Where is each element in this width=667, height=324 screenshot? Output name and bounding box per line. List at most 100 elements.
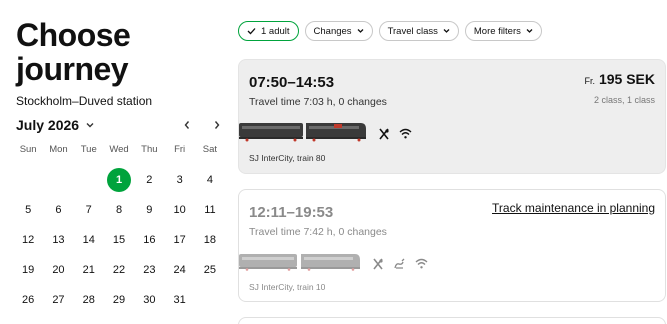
price: Fr. 195 SEK: [584, 71, 655, 87]
calendar-day-number: 23: [143, 264, 156, 276]
price-amount: 195 SEK: [598, 71, 655, 87]
calendar-day-number: 19: [22, 264, 35, 276]
travel-info: Travel time 7:42 h, 0 changes: [249, 226, 387, 238]
chevron-right-icon[interactable]: [212, 120, 222, 130]
calendar-day-number: 29: [112, 294, 126, 306]
calendar-day[interactable]: 14: [74, 225, 104, 255]
calendar-day-number: 5: [25, 204, 32, 216]
calendar-day[interactable]: 7: [74, 195, 104, 225]
calendar-day[interactable]: 17: [164, 225, 194, 255]
chevron-down-icon[interactable]: [86, 121, 94, 129]
calendar-day-number: 26: [22, 294, 35, 306]
calendar-day[interactable]: 8: [104, 195, 134, 225]
calendar-day-number: 17: [173, 234, 186, 246]
calendar-day[interactable]: 20: [43, 255, 73, 285]
journey-card[interactable]: 07:50–14:53 Travel time 7:03 h, 0 change…: [238, 59, 666, 174]
calendar-day-number: 30: [143, 294, 156, 306]
filter-chip[interactable]: Changes: [304, 21, 373, 41]
journey-times: 12:11–19:53: [249, 204, 334, 221]
restaurant-icon: [372, 258, 384, 270]
calendar-day[interactable]: 10: [164, 195, 194, 225]
calendar-day-number: 18: [203, 234, 217, 246]
calendar-day[interactable]: 3: [164, 165, 194, 195]
filter-chip[interactable]: Travel class: [378, 21, 459, 41]
wifi-icon: [399, 128, 412, 139]
calendar-day[interactable]: 13: [43, 225, 73, 255]
calendar-day-number: 14: [82, 234, 95, 246]
calendar-day[interactable]: 29: [104, 285, 134, 315]
chevron-down-icon: [526, 28, 533, 34]
calendar-day-number: 31: [173, 294, 186, 306]
weekday-label: Tue: [80, 144, 97, 155]
filter-chip[interactable]: More filters: [464, 21, 542, 41]
journey-card[interactable]: [238, 317, 666, 324]
page-title-line-1: Choose: [16, 17, 131, 53]
calendar-day[interactable]: 27: [43, 285, 73, 315]
month-label[interactable]: July 2026: [16, 117, 79, 133]
calendar-day[interactable]: 19: [13, 255, 43, 285]
amenities: [372, 258, 428, 270]
calendar-day-number: 12: [22, 234, 35, 246]
filter-chip[interactable]: 1 adult: [238, 21, 299, 41]
calendar-day-number: 4: [206, 174, 213, 186]
page-title: Choose journey: [16, 18, 228, 86]
calendar-day[interactable]: 24: [164, 255, 194, 285]
page-title-line-2: journey: [16, 51, 129, 87]
calendar-day[interactable]: 6: [43, 195, 73, 225]
train-icon: [239, 120, 367, 147]
weekday-label: Fri: [174, 144, 186, 155]
calendar-day[interactable]: 12: [13, 225, 43, 255]
calendar-header: July 2026: [16, 115, 228, 135]
calendar-day[interactable]: 4: [195, 165, 225, 195]
train-icon: [239, 251, 361, 276]
pet-icon: [393, 258, 406, 270]
journey-card[interactable]: 12:11–19:53 Travel time 7:42 h, 0 change…: [238, 189, 666, 302]
train-name: SJ InterCity, train 10: [249, 282, 326, 292]
check-icon: [247, 27, 256, 35]
calendar-day[interactable]: 28: [74, 285, 104, 315]
calendar-day-number: 22: [112, 264, 126, 276]
calendar-day[interactable]: 30: [134, 285, 164, 315]
calendar-day-number: 24: [173, 264, 186, 276]
calendar-day[interactable]: 25: [195, 255, 225, 285]
calendar-blank: [74, 165, 104, 195]
calendar-day-number: 20: [52, 264, 65, 276]
calendar-day[interactable]: 31: [164, 285, 194, 315]
weekday-label: Thu: [141, 144, 158, 155]
calendar-day[interactable]: 23: [134, 255, 164, 285]
calendar-navigation: [182, 120, 222, 130]
weekday-label: Sun: [19, 144, 37, 155]
calendar-day-number: 9: [146, 204, 153, 216]
train-row: [239, 120, 412, 147]
calendar-day[interactable]: 11: [195, 195, 225, 225]
wifi-icon: [415, 258, 428, 269]
journey-times: 07:50–14:53: [249, 74, 335, 91]
calendar-grid: 1 2 3 4 5 6 7 8 9 10 11 12 13 14 15 16 17 18 19 20 21 22 23 24 2…: [13, 165, 228, 315]
chevron-down-icon: [357, 28, 364, 34]
calendar-day[interactable]: 9: [134, 195, 164, 225]
calendar-day[interactable]: 15: [104, 225, 134, 255]
maintenance-notice-link[interactable]: Track maintenance in planning: [492, 201, 655, 215]
weekday-label: Sat: [202, 144, 218, 155]
calendar-day[interactable]: 21: [74, 255, 104, 285]
calendar-day[interactable]: 18: [195, 225, 225, 255]
calendar-day[interactable]: 16: [134, 225, 164, 255]
calendar-day-number: 15: [112, 234, 126, 246]
calendar-day-number: 2: [146, 174, 153, 186]
filter-chip-label: 1 adult: [261, 25, 290, 37]
calendar-day-number: 8: [115, 204, 123, 216]
filter-chip-label: Changes: [313, 25, 352, 37]
chevron-left-icon[interactable]: [182, 120, 192, 130]
calendar-day-selected[interactable]: 1: [104, 165, 134, 195]
calendar-day-number: 28: [82, 294, 95, 306]
calendar-day[interactable]: 22: [104, 255, 134, 285]
travel-classes: 2 class, 1 class: [593, 95, 655, 105]
calendar-blank: [13, 165, 43, 195]
calendar-day-number: 25: [203, 264, 217, 276]
weekday-label: Mon: [49, 144, 68, 155]
calendar-day[interactable]: 5: [13, 195, 43, 225]
calendar-day-number: 10: [173, 204, 186, 216]
calendar-day-number: 6: [55, 204, 62, 216]
calendar-day[interactable]: 26: [13, 285, 43, 315]
calendar-day[interactable]: 2: [134, 165, 164, 195]
